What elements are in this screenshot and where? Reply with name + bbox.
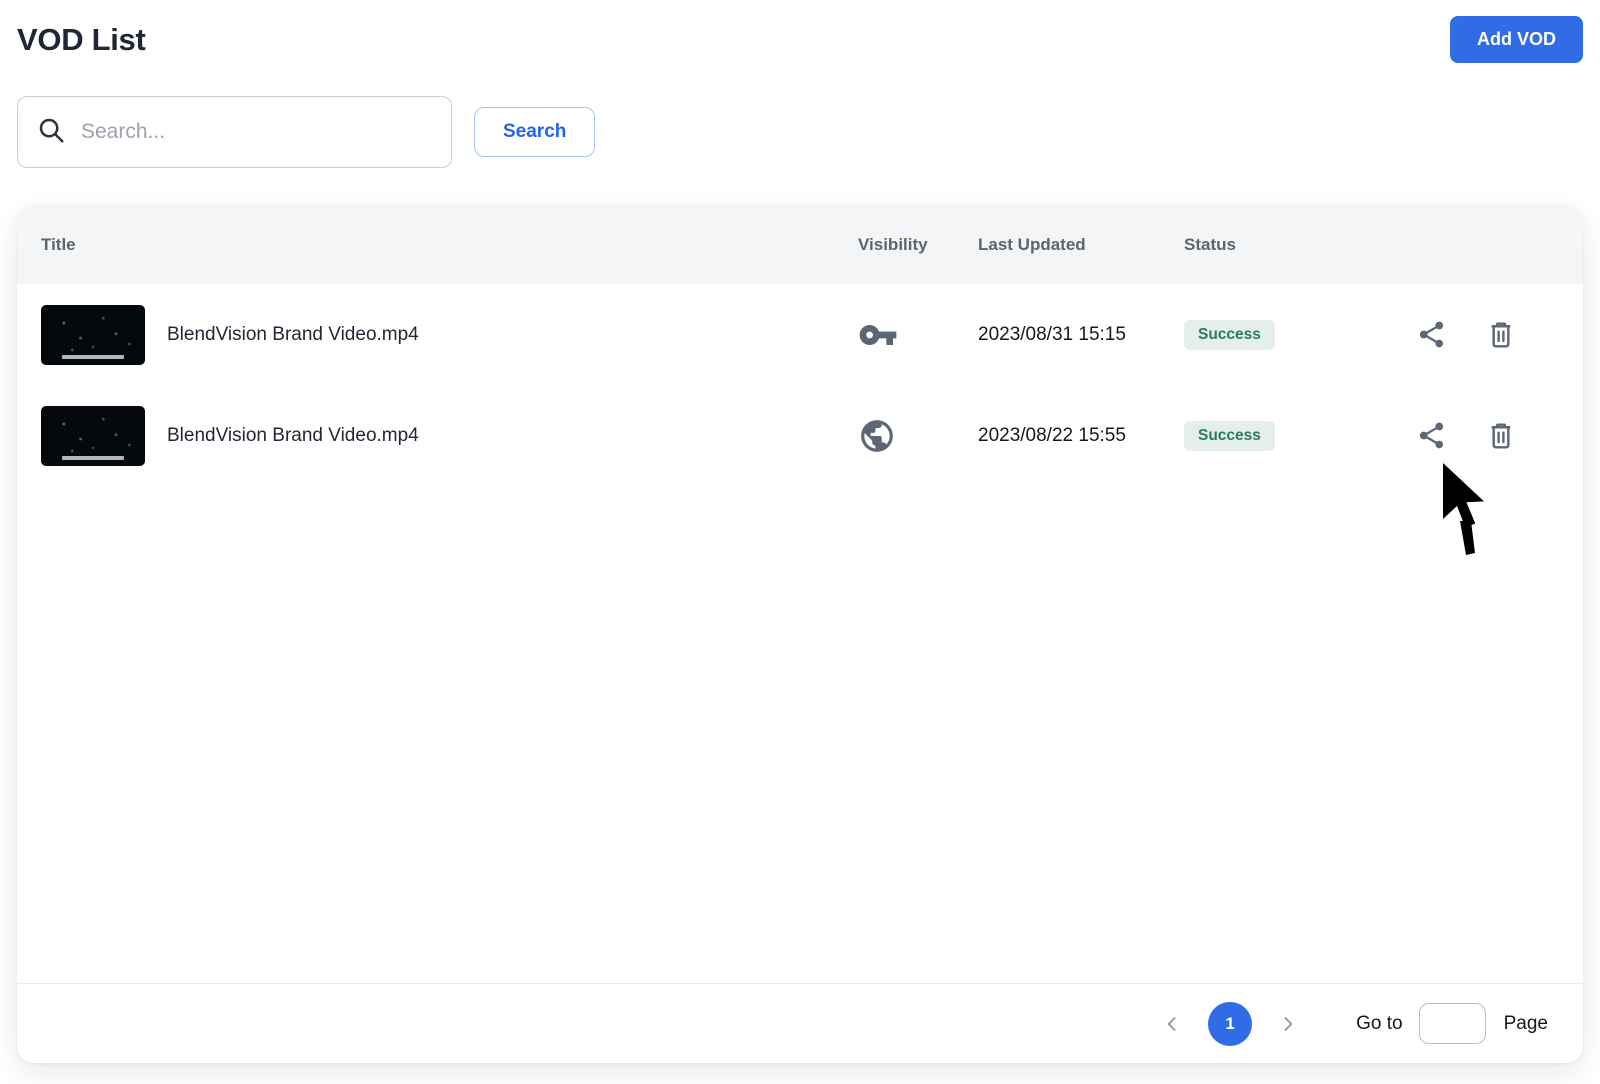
title-cell: BlendVision Brand Video.mp4	[41, 406, 858, 466]
trash-icon	[1485, 440, 1517, 455]
row-actions	[1416, 420, 1559, 452]
page-label: Page	[1504, 1013, 1548, 1035]
search-icon	[36, 115, 66, 150]
chevron-left-icon	[1162, 1022, 1182, 1037]
vod-table-card: Title Visibility Last Updated Status Ble…	[17, 205, 1583, 1063]
status-cell: Success	[1184, 320, 1416, 350]
column-header-status: Status	[1184, 235, 1416, 255]
thumbnail-caption	[62, 456, 124, 460]
table-row[interactable]: BlendVision Brand Video.mp4 2023/08/22 1…	[17, 385, 1583, 486]
search-button[interactable]: Search	[474, 107, 595, 157]
share-icon	[1416, 439, 1447, 454]
table-row[interactable]: BlendVision Brand Video.mp4 2023/08/31 1…	[17, 284, 1583, 385]
status-badge: Success	[1184, 320, 1275, 350]
video-title: BlendVision Brand Video.mp4	[167, 324, 419, 346]
search-box[interactable]	[17, 96, 452, 168]
table-body: BlendVision Brand Video.mp4 2023/08/31 1…	[17, 284, 1583, 983]
status-cell: Success	[1184, 421, 1416, 451]
last-updated: 2023/08/31 15:15	[978, 324, 1184, 346]
search-row: Search	[17, 96, 1583, 168]
delete-button[interactable]	[1485, 420, 1517, 452]
thumbnail-caption	[62, 355, 124, 359]
add-vod-button[interactable]: Add VOD	[1450, 16, 1583, 63]
trash-icon	[1485, 339, 1517, 354]
status-badge: Success	[1184, 421, 1275, 451]
share-button[interactable]	[1416, 420, 1447, 451]
delete-button[interactable]	[1485, 319, 1517, 351]
table-footer: 1 Go to Page	[17, 983, 1583, 1063]
vod-list-page: VOD List Add VOD Search Title Visibility…	[0, 0, 1600, 1084]
video-title: BlendVision Brand Video.mp4	[167, 425, 419, 447]
share-button[interactable]	[1416, 319, 1447, 350]
goto-page-input[interactable]	[1419, 1003, 1486, 1044]
prev-page-button[interactable]	[1162, 1014, 1182, 1034]
next-page-button[interactable]	[1278, 1014, 1298, 1034]
pagination: 1 Go to Page	[1162, 1002, 1548, 1046]
search-input[interactable]	[81, 120, 433, 144]
column-header-title: Title	[41, 235, 858, 255]
globe-icon	[858, 417, 978, 455]
goto-label: Go to	[1356, 1013, 1402, 1035]
topbar: VOD List Add VOD	[17, 0, 1583, 63]
column-header-visibility: Visibility	[858, 235, 978, 255]
key-icon	[858, 315, 978, 355]
video-thumbnail	[41, 406, 145, 466]
row-actions	[1416, 319, 1559, 351]
title-cell: BlendVision Brand Video.mp4	[41, 305, 858, 365]
page-number-button[interactable]: 1	[1208, 1002, 1252, 1046]
table-header-row: Title Visibility Last Updated Status	[17, 205, 1583, 284]
last-updated: 2023/08/22 15:55	[978, 425, 1184, 447]
video-thumbnail	[41, 305, 145, 365]
share-icon	[1416, 338, 1447, 353]
page-title: VOD List	[17, 22, 146, 58]
column-header-last-updated: Last Updated	[978, 235, 1184, 255]
chevron-right-icon	[1278, 1022, 1298, 1037]
